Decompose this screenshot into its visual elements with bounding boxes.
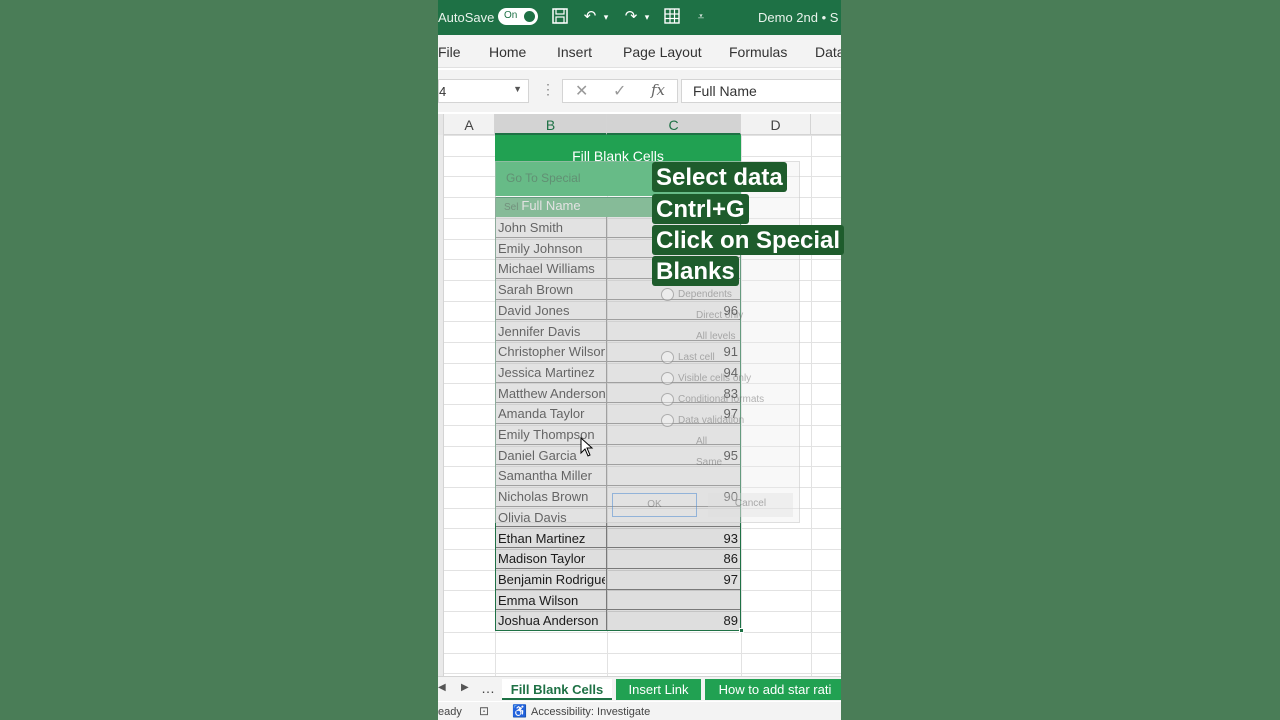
autosave-state: On [504, 10, 518, 21]
instruction-line: Select data [652, 162, 787, 192]
undo-dropdown-icon[interactable]: ▾ [601, 7, 611, 27]
option-conditional-formats[interactable]: Conditional formats [678, 394, 764, 405]
option-all[interactable]: All [696, 436, 707, 447]
sheet-tab-bar: ◀ ▶ … Fill Blank Cells Insert Link How t… [438, 676, 841, 701]
redo-dropdown-icon[interactable]: ▾ [642, 7, 652, 27]
option-dependents[interactable]: Dependents [678, 289, 732, 300]
dialog-select-label: Sel [504, 202, 519, 213]
name-box-value: 4 [439, 84, 447, 99]
table-icon[interactable] [661, 7, 683, 27]
worksheet-grid[interactable]: A B C D Fill Blank Cells Full Name John … [438, 114, 841, 676]
toggle-knob [524, 11, 535, 22]
next-sheet-icon[interactable]: ▶ [461, 682, 469, 693]
customize-toolbar-icon[interactable]: ⩡ [694, 7, 708, 27]
formula-bar: 4 ▼ ⋮ ✕ ✓ fx Full Name [438, 70, 841, 112]
dialog-title: Go To Special [506, 171, 581, 185]
gridline [444, 631, 841, 633]
row-headers[interactable] [438, 135, 444, 676]
tab-data[interactable]: Data [815, 44, 841, 60]
gridline [811, 135, 812, 676]
radio-data-validation[interactable] [661, 414, 674, 427]
gridline [444, 673, 841, 675]
column-header-c[interactable]: C [607, 114, 741, 135]
document-title: Demo 2nd • S [758, 10, 839, 25]
excel-window: AutoSave On ↶ ▾ ↷ ▾ ⩡ Demo 2nd • S File … [438, 0, 841, 720]
instruction-line: Click on Special [652, 225, 845, 255]
prev-sheet-icon[interactable]: ◀ [438, 682, 446, 693]
option-direct-only[interactable]: Direct only [696, 310, 743, 321]
name-box[interactable]: 4 ▼ [438, 79, 529, 103]
instruction-line: Blanks [652, 256, 739, 286]
radio-dependents[interactable] [661, 288, 674, 301]
save-icon[interactable] [550, 7, 570, 27]
instruction-line: Cntrl+G [652, 194, 749, 224]
option-visible-cells-only[interactable]: Visible cells only [678, 373, 751, 384]
column-header-d[interactable]: D [741, 114, 811, 135]
title-bar: AutoSave On ↶ ▾ ↷ ▾ ⩡ Demo 2nd • S [438, 0, 841, 35]
sheet-tab-insert-link[interactable]: Insert Link [616, 679, 701, 700]
ok-button[interactable]: OK [612, 493, 697, 517]
tab-file[interactable]: File [438, 44, 461, 60]
radio-visible-cells[interactable] [661, 372, 674, 385]
sheet-tab-star-rating[interactable]: How to add star rati [705, 679, 841, 700]
cancel-entry-icon[interactable]: ✕ [575, 81, 588, 101]
autosave-toggle[interactable]: On [498, 8, 538, 25]
autosave-label: AutoSave [438, 10, 495, 25]
accessibility-status[interactable]: Accessibility: Investigate [531, 706, 650, 718]
option-last-cell[interactable]: Last cell [678, 352, 715, 363]
status-bar: eady ⊡ ♿ Accessibility: Investigate [438, 702, 841, 720]
insert-function-icon[interactable]: fx [651, 81, 665, 99]
tab-formulas[interactable]: Formulas [729, 44, 787, 60]
option-same[interactable]: Same [696, 457, 722, 468]
tab-page-layout[interactable]: Page Layout [623, 44, 702, 60]
mouse-cursor-icon [580, 437, 594, 457]
formula-buttons: ✕ ✓ fx [562, 79, 678, 103]
fill-handle[interactable] [739, 628, 744, 633]
accessibility-icon[interactable]: ♿ [512, 704, 527, 718]
status-ready: eady [438, 706, 462, 718]
gridline [444, 652, 841, 654]
tab-home[interactable]: Home [489, 44, 526, 60]
enter-entry-icon[interactable]: ✓ [613, 81, 626, 101]
column-headers: A B C D [438, 114, 841, 135]
ribbon-tabs: File Home Insert Page Layout Formulas Da… [438, 35, 841, 68]
formula-input[interactable]: Full Name [681, 79, 841, 103]
column-header-a[interactable]: A [444, 114, 495, 135]
redo-icon[interactable]: ↷ [621, 7, 641, 27]
tab-insert[interactable]: Insert [557, 44, 592, 60]
formula-bar-grip-icon: ⋮ [541, 81, 555, 97]
column-header-b[interactable]: B [495, 114, 607, 135]
cancel-button[interactable]: Cancel [708, 493, 793, 517]
go-to-special-dialog: Go To Special Sel Dependents Direct only… [495, 161, 800, 523]
option-data-validation[interactable]: Data validation [678, 415, 744, 426]
option-all-levels[interactable]: All levels [696, 331, 735, 342]
macro-record-icon[interactable]: ⊡ [479, 704, 489, 718]
sheet-tab-fill-blank-cells[interactable]: Fill Blank Cells [502, 679, 612, 700]
name-box-dropdown-icon[interactable]: ▼ [513, 84, 522, 94]
radio-last-cell[interactable] [661, 351, 674, 364]
more-sheets-icon[interactable]: … [481, 680, 495, 696]
undo-icon[interactable]: ↶ [580, 7, 600, 27]
radio-conditional-formats[interactable] [661, 393, 674, 406]
